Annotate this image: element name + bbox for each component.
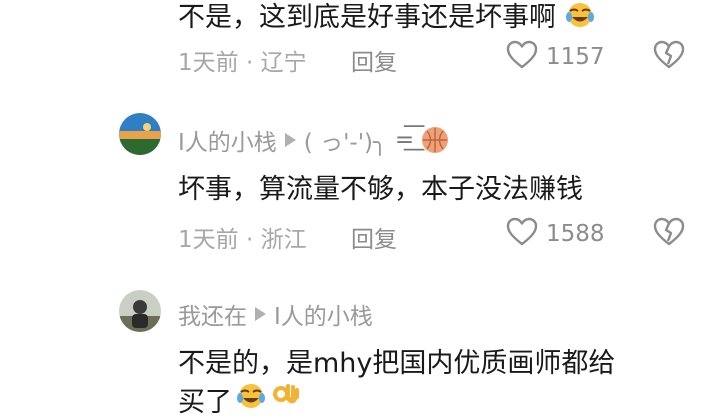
broken-heart-icon bbox=[653, 217, 685, 246]
ok-hand-emoji-icon bbox=[270, 382, 300, 417]
comment-3-text-line-2: 买了 bbox=[178, 380, 300, 419]
heart-icon bbox=[506, 40, 538, 74]
comment-2-like-button[interactable]: 1588 bbox=[506, 217, 605, 251]
heart-icon bbox=[506, 217, 538, 251]
tears-of-joy-emoji-icon bbox=[565, 2, 595, 35]
comment-2-location: 浙江 bbox=[260, 227, 307, 253]
comment-2-reply-button[interactable]: 回复 bbox=[351, 220, 397, 254]
comment-1-text: 不是，这到底是好事还是坏事啊 bbox=[178, 0, 595, 35]
comment-1-text-content: 不是，这到底是好事还是坏事啊 bbox=[178, 2, 556, 33]
comment-1-reply-button[interactable]: 回复 bbox=[351, 43, 397, 77]
comment-1-location: 辽宁 bbox=[260, 50, 307, 76]
comment-3-reply-to[interactable]: I人的小栈 bbox=[274, 297, 373, 331]
comment-2-kaomoji: ( っ'-')╮ bbox=[303, 130, 387, 156]
comment-2-avatar[interactable] bbox=[119, 113, 161, 155]
comment-3-avatar[interactable] bbox=[119, 290, 161, 332]
comment-1-time: 1天前 bbox=[178, 50, 239, 76]
comment-2-like-count: 1588 bbox=[546, 221, 605, 247]
comment-2-author-row: I人的小栈 ( っ'-')╮ =͟͟͞͞ bbox=[178, 123, 449, 157]
broken-heart-icon bbox=[653, 40, 685, 69]
basketball-icon bbox=[422, 127, 449, 153]
comment-2-kaomoji-tail: =͟͟͞͞ bbox=[394, 127, 415, 153]
comment-1-meta: 1天前 · 辽宁 bbox=[178, 43, 307, 77]
comment-2-dislike-button[interactable] bbox=[653, 217, 685, 251]
reply-arrow-icon bbox=[284, 133, 296, 147]
comment-1-sep: · bbox=[245, 50, 254, 76]
tears-of-joy-emoji-icon bbox=[236, 383, 266, 416]
comment-3-author[interactable]: 我还在 bbox=[178, 297, 247, 331]
comment-3-author-row: 我还在 I人的小栈 bbox=[178, 297, 373, 331]
comment-2-meta: 1天前 · 浙江 bbox=[178, 220, 307, 254]
comment-2-author[interactable]: I人的小栈 bbox=[178, 123, 277, 157]
comment-2-time: 1天前 bbox=[178, 227, 239, 253]
comment-2-sep: · bbox=[245, 227, 254, 253]
comment-3-text-line-1: 不是的，是mhy把国内优质画师都给 bbox=[178, 348, 616, 379]
comment-1-dislike-button[interactable] bbox=[653, 40, 685, 74]
comment-2-text: 坏事，算流量不够，本子没法赚钱 bbox=[178, 174, 583, 205]
reply-arrow-icon bbox=[255, 307, 266, 321]
comment-1-like-button[interactable]: 1157 bbox=[506, 40, 605, 74]
comment-1-like-count: 1157 bbox=[546, 44, 605, 70]
comment-3-text-line-2-content: 买了 bbox=[178, 387, 232, 418]
